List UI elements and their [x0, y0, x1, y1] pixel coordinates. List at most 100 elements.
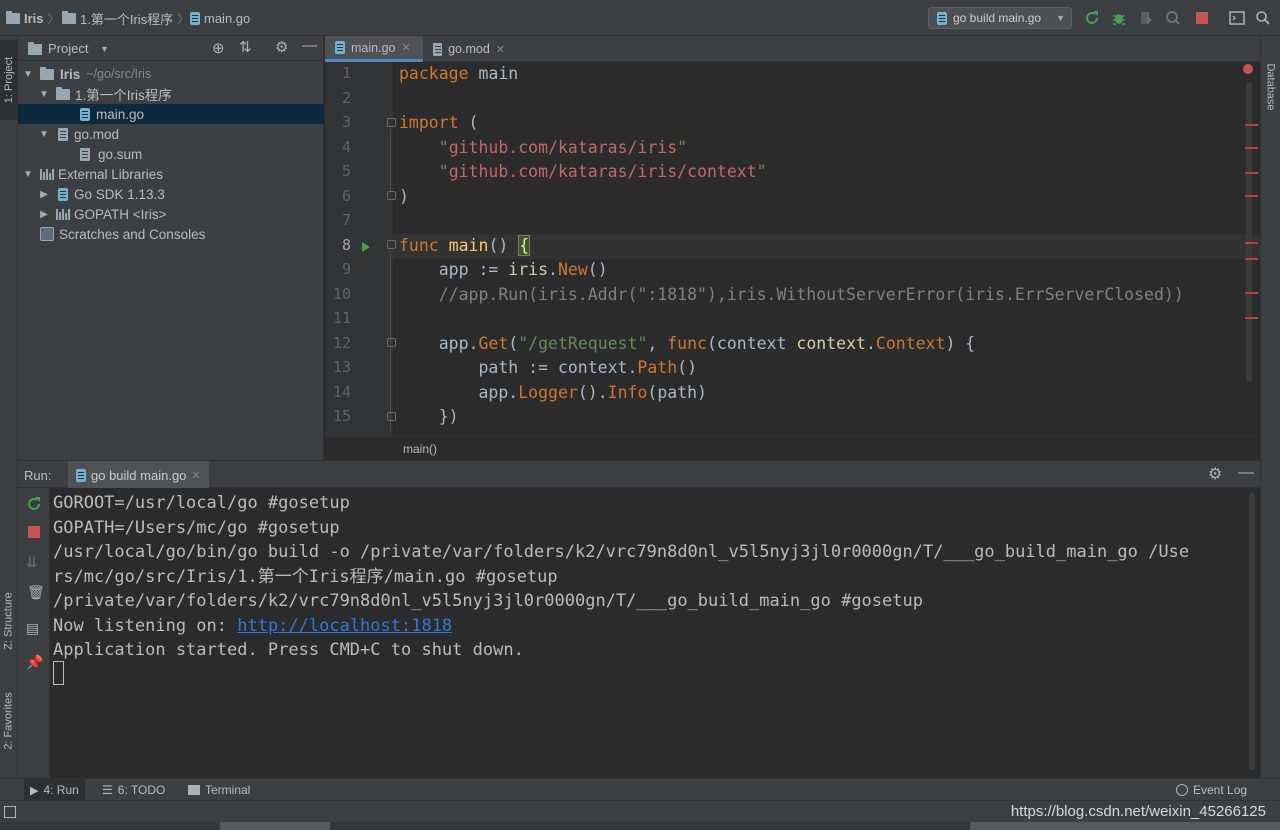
code-keyword: import: [399, 113, 459, 132]
error-stripe-mark[interactable]: [1245, 172, 1258, 174]
breadcrumb-item-file[interactable]: main.go: [190, 10, 250, 26]
line-number: 13: [332, 358, 351, 376]
scrollbar-thumb[interactable]: [1249, 492, 1255, 770]
chevron-right-icon: ▶: [40, 208, 48, 220]
todo-tool-tab[interactable]: ☰ 6: TODO: [96, 779, 171, 801]
scroll-to-end-icon[interactable]: ⇊: [26, 554, 38, 571]
tree-item-iris[interactable]: ▼ Iris ~/go/src/Iris: [18, 64, 324, 84]
project-tool-tab[interactable]: 1: Project: [0, 40, 18, 120]
run-with-coverage-button[interactable]: [1137, 9, 1155, 27]
stop-button[interactable]: [1193, 9, 1211, 27]
fold-toggle-icon[interactable]: [387, 118, 396, 127]
rerun-button[interactable]: [1083, 9, 1101, 27]
tree-item-main-go[interactable]: main.go: [18, 104, 324, 124]
run-console[interactable]: GOROOT=/usr/local/go #gosetup GOPATH=/Us…: [50, 488, 1245, 778]
close-icon[interactable]: ✕: [401, 41, 410, 54]
breadcrumb-label: main.go: [204, 10, 251, 26]
tree-item-gopath[interactable]: ▶ GOPATH <Iris>: [18, 204, 324, 224]
play-icon: ▶: [30, 784, 39, 797]
favorites-tool-tab[interactable]: 2: Favorites: [0, 676, 18, 766]
error-stripe-mark[interactable]: [1245, 317, 1258, 319]
layout-icon[interactable]: ▤: [26, 620, 39, 637]
go-file-icon: [937, 11, 947, 25]
code-text: (): [488, 235, 519, 255]
close-icon[interactable]: ✕: [191, 469, 200, 482]
tree-item-label: Iris: [60, 66, 81, 82]
fold-toggle-icon[interactable]: [387, 338, 396, 347]
collapse-all-icon[interactable]: ⇅: [239, 38, 252, 56]
event-log-tool-tab-label: Event Log: [1193, 783, 1248, 797]
locate-file-icon[interactable]: ⊕: [212, 39, 225, 57]
tree-item-external-libraries[interactable]: ▼ External Libraries: [18, 164, 324, 184]
line-number: 12: [332, 333, 351, 352]
database-tool-tab[interactable]: Database: [1261, 42, 1280, 132]
code-editor[interactable]: 1 2 3 4 5 6 7 8 9 10 11 12 13 14 15 pack…: [325, 62, 1260, 436]
error-stripe-mark[interactable]: [1245, 195, 1258, 197]
code-text: app.: [399, 333, 479, 353]
editor-scrollbar[interactable]: [1246, 82, 1252, 382]
error-indicator-icon[interactable]: [1243, 64, 1253, 74]
editor-breadcrumb[interactable]: main(): [403, 442, 437, 456]
error-stripe-mark[interactable]: [1245, 258, 1258, 260]
console-scrollbar[interactable]: [1245, 488, 1260, 778]
mod-file-icon: [58, 127, 68, 141]
run-gutter-icon[interactable]: [362, 242, 370, 252]
breadcrumb-item-folder[interactable]: 1.第一个Iris程序 〉: [62, 10, 189, 27]
run-panel-header: Run: go build main.go ✕ ⚙ —: [18, 460, 1260, 489]
hide-panel-icon[interactable]: —: [302, 37, 317, 54]
code-text: (: [508, 333, 519, 353]
run-tool-tab[interactable]: ▶ 4: Run: [24, 779, 85, 801]
right-tool-stripe: Database: [1260, 36, 1280, 778]
error-stripe-mark[interactable]: [1245, 242, 1258, 244]
tree-item-go-mod[interactable]: ▼ go.mod: [18, 124, 324, 144]
tree-item-go-sum[interactable]: go.sum: [18, 144, 324, 164]
hide-panel-icon[interactable]: —: [1238, 464, 1254, 482]
toggle-terminal-button[interactable]: [1228, 9, 1246, 27]
gear-icon[interactable]: ⚙: [1208, 464, 1222, 484]
tree-item-label: main.go: [96, 106, 145, 122]
gear-icon[interactable]: ⚙: [275, 38, 288, 56]
code-function-call: Info: [607, 382, 648, 402]
tab-go-mod[interactable]: go.mod ✕: [423, 36, 515, 62]
close-icon[interactable]: ✕: [496, 43, 505, 56]
tree-item-folder[interactable]: ▼ 1.第一个Iris程序: [18, 84, 324, 104]
profiler-button[interactable]: [1164, 9, 1182, 27]
code-line-4: "github.com/kataras/iris": [399, 136, 687, 161]
fold-toggle-icon[interactable]: [387, 191, 396, 200]
line-number: 15: [332, 407, 351, 425]
console-input-cursor[interactable]: [53, 661, 64, 685]
terminal-tool-tab[interactable]: Terminal: [182, 779, 256, 801]
error-stripe-mark[interactable]: [1245, 292, 1258, 294]
chevron-down-icon[interactable]: ▼: [100, 44, 109, 54]
structure-tool-tab[interactable]: Z: Structure: [0, 576, 18, 666]
rerun-icon[interactable]: [26, 496, 42, 512]
debug-button[interactable]: [1110, 9, 1128, 27]
bug-icon: [1113, 14, 1125, 25]
tool-windows-toggle-icon[interactable]: [4, 806, 16, 818]
line-number: 2: [341, 88, 351, 107]
pin-icon[interactable]: 📌: [26, 654, 43, 671]
fold-toggle-icon[interactable]: [387, 412, 396, 421]
chevron-down-icon: ▼: [23, 68, 33, 80]
error-stripe-mark[interactable]: [1245, 124, 1258, 126]
search-everywhere-button[interactable]: [1254, 9, 1272, 27]
breadcrumb-label: 1.第一个Iris程序: [80, 11, 174, 27]
list-icon: ☰: [102, 783, 113, 797]
chevron-down-icon: ▼: [39, 88, 49, 100]
run-configuration-selector[interactable]: go build main.go ▼: [928, 7, 1072, 29]
project-view-selector[interactable]: Project: [48, 41, 88, 56]
go-file-icon: [76, 468, 86, 482]
tree-item-scratches[interactable]: Scratches and Consoles: [18, 224, 324, 244]
trash-icon[interactable]: 🗑: [27, 584, 45, 601]
tab-main-go[interactable]: main.go ✕: [325, 36, 423, 62]
event-log-tool-tab[interactable]: Event Log: [1170, 779, 1253, 801]
window-bottom-edge: [0, 822, 1280, 830]
tree-item-go-sdk[interactable]: ▶ Go SDK 1.13.3: [18, 184, 324, 204]
run-tab[interactable]: go build main.go ✕: [68, 461, 209, 489]
fold-toggle-icon[interactable]: [387, 240, 396, 249]
console-link[interactable]: http://localhost:1818: [237, 616, 452, 636]
stop-icon[interactable]: [28, 526, 40, 538]
editor-breadcrumb-bar: main(): [325, 436, 1260, 460]
error-stripe-mark[interactable]: [1245, 147, 1258, 149]
breadcrumb-item-project[interactable]: Iris 〉: [6, 10, 60, 26]
